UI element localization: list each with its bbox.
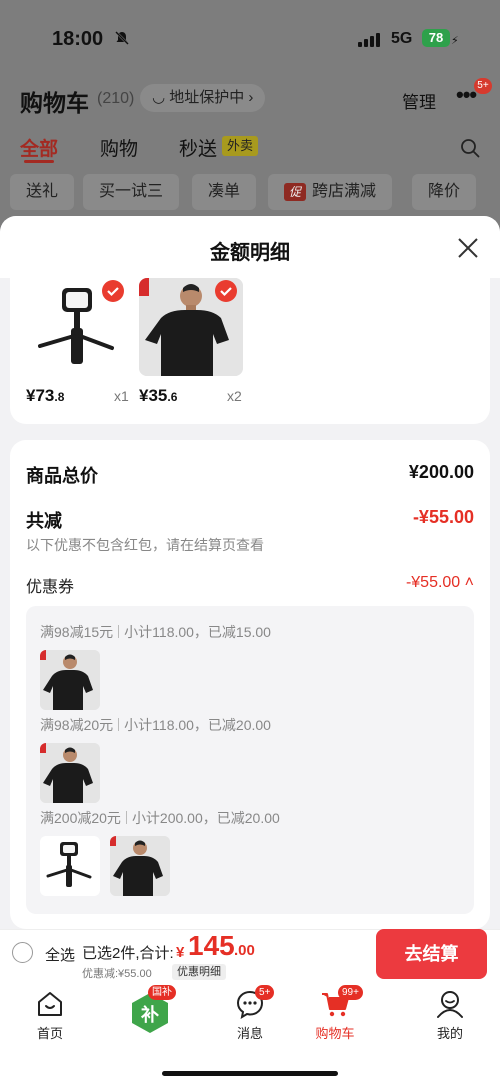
select-all-checkbox[interactable] bbox=[12, 942, 33, 963]
coupon-toggle[interactable]: -¥55.00 ˄ bbox=[406, 574, 474, 592]
cart-page-background: 18:00 5G 78 ⚡ 购物车 (210) ◡ 地址保护中 › 管理 •••… bbox=[0, 0, 500, 240]
tab-messages[interactable]: 5+ 消息 bbox=[210, 985, 290, 1042]
coupon-rule: 满98减15元 小计118.00，已减15.00 bbox=[40, 624, 271, 640]
checkout-button[interactable]: 去结算 bbox=[376, 929, 487, 979]
reduction-value: -¥55.00 bbox=[412, 507, 474, 527]
message-icon: 5+ bbox=[235, 985, 275, 1020]
sheet-title: 金额明细 bbox=[210, 242, 290, 264]
chip-label: 跨店满减 bbox=[312, 183, 377, 200]
coupon-product-tripod-image bbox=[40, 836, 100, 896]
product-qty: x2 bbox=[227, 388, 242, 404]
discount-detail-button[interactable]: 优惠明细 bbox=[172, 964, 226, 980]
cart-count: (210) bbox=[97, 90, 135, 107]
mute-bell-icon bbox=[114, 30, 130, 51]
status-time: 18:00 bbox=[52, 28, 104, 50]
close-icon[interactable] bbox=[456, 236, 480, 260]
tab-label: 我的 bbox=[436, 1026, 463, 1041]
quick-filter-chips: 送礼 买一试三 凑单 促跨店满减 降价 bbox=[0, 174, 500, 210]
goods-total-value: ¥200.00 bbox=[408, 462, 474, 482]
shield-icon: ◡ bbox=[152, 89, 170, 106]
product-qty: x1 bbox=[114, 388, 129, 404]
product-price: ¥35.6 bbox=[139, 386, 178, 405]
checkout-bar: 全选 已选2件,合计: ¥ 145 .00 优惠减:¥55.00 优惠明细 去结… bbox=[0, 929, 500, 983]
selected-count: 已选2件,合计: bbox=[82, 945, 174, 962]
reduction-label: 共减 bbox=[26, 511, 62, 531]
tab-label: 消息 bbox=[236, 1026, 263, 1041]
status-bar: 18:00 5G 78 ⚡ bbox=[0, 24, 500, 58]
coupon-product-polo-image bbox=[40, 650, 100, 710]
coupon-breakdown: 满98减15元 小计118.00，已减15.00 满98减20元 小计118.00，… bbox=[26, 606, 474, 914]
filter-tabs: 全部 购物 秒送 外卖 bbox=[0, 134, 500, 164]
address-protection-button[interactable]: ◡ 地址保护中 › bbox=[140, 84, 266, 112]
promo-tag-icon: 促 bbox=[284, 183, 306, 201]
tab-all[interactable]: 全部 bbox=[20, 134, 58, 161]
home-icon bbox=[35, 989, 65, 1019]
total-amount: 145 bbox=[188, 930, 235, 961]
discount-amount: 优惠减:¥55.00 bbox=[82, 968, 152, 980]
total-amount-decimal: .00 bbox=[234, 942, 255, 959]
coupon-label: 优惠券 bbox=[26, 579, 75, 596]
selected-check-icon bbox=[215, 280, 237, 302]
tab-label: 购物车 bbox=[315, 1026, 355, 1041]
page-title: 购物车 bbox=[20, 90, 89, 116]
chip-buy-one-try-three[interactable]: 买一试三 bbox=[83, 174, 180, 210]
product-price: ¥73.8 bbox=[26, 386, 65, 405]
cart-icon: 99+ bbox=[320, 985, 363, 1019]
subsidy-icon: 补 国补 bbox=[128, 985, 176, 1035]
sheet-header: 金额明细 bbox=[0, 216, 500, 278]
cart-header: 购物车 (210) ◡ 地址保护中 › 管理 ••• 5+ bbox=[0, 78, 500, 120]
message-badge: 5+ bbox=[255, 985, 275, 1000]
tab-home[interactable]: 首页 bbox=[10, 989, 90, 1042]
home-indicator bbox=[162, 1071, 338, 1076]
chip-price-drop[interactable]: 降价 bbox=[412, 174, 477, 210]
bottom-tab-bar: 首页 补 国补 5+ 消息 99+ 购物车 我的 bbox=[0, 983, 500, 1087]
more-badge: 5+ bbox=[474, 78, 492, 94]
selected-products-card: ¥73.8 x1 ¥35.6 x2 bbox=[10, 278, 490, 424]
tab-active-underline bbox=[24, 160, 54, 163]
battery-indicator: 78 bbox=[422, 29, 450, 47]
coupon-rule: 满200减20元 小计200.00，已减20.00 bbox=[40, 810, 280, 826]
chip-cross-store-discount[interactable]: 促跨店满减 bbox=[268, 174, 393, 210]
signal-icon bbox=[358, 33, 382, 47]
charging-icon: ⚡ bbox=[451, 35, 459, 47]
profile-icon bbox=[435, 989, 465, 1019]
search-icon[interactable] bbox=[460, 138, 480, 158]
chevron-up-icon: ˄ bbox=[464, 574, 474, 591]
svg-text:补: 补 bbox=[140, 1004, 159, 1026]
takeaway-badge: 外卖 bbox=[222, 136, 259, 156]
chip-add-on[interactable]: 凑单 bbox=[192, 174, 257, 210]
tab-cart[interactable]: 99+ 购物车 bbox=[295, 985, 375, 1042]
tab-national-subsidy[interactable]: 补 国补 bbox=[110, 985, 190, 1035]
price-summary-card: 商品总价 ¥200.00 共减 -¥55.00 以下优惠不包含红包，请在结算页查… bbox=[10, 440, 490, 929]
selected-check-icon bbox=[102, 280, 124, 302]
address-label: 地址保护中 › bbox=[169, 89, 254, 106]
tab-instant-delivery[interactable]: 秒送 bbox=[179, 134, 217, 161]
coupon-product-polo-image bbox=[40, 743, 100, 803]
coupon-product-polo-image bbox=[110, 836, 170, 896]
cart-badge: 99+ bbox=[338, 985, 363, 1000]
amount-detail-sheet: 金额明细 ¥73.8 x1 ¥35.6 x2 商品总价 ¥200.00 共减 -… bbox=[0, 216, 500, 929]
chip-gift[interactable]: 送礼 bbox=[10, 174, 75, 210]
subsidy-badge: 国补 bbox=[148, 985, 176, 1000]
tab-label: 首页 bbox=[36, 1026, 63, 1041]
total-currency: ¥ bbox=[176, 944, 185, 961]
manage-button[interactable]: 管理 bbox=[402, 88, 436, 113]
select-all-label[interactable]: 全选 bbox=[45, 944, 75, 965]
coupon-rule: 满98减20元 小计118.00，已减20.00 bbox=[40, 717, 271, 733]
network-type: 5G bbox=[391, 30, 413, 47]
goods-total-label: 商品总价 bbox=[26, 466, 98, 486]
tab-profile[interactable]: 我的 bbox=[410, 989, 490, 1042]
reduction-note: 以下优惠不包含红包，请在结算页查看 bbox=[26, 537, 264, 553]
tab-shopping[interactable]: 购物 bbox=[100, 134, 138, 161]
